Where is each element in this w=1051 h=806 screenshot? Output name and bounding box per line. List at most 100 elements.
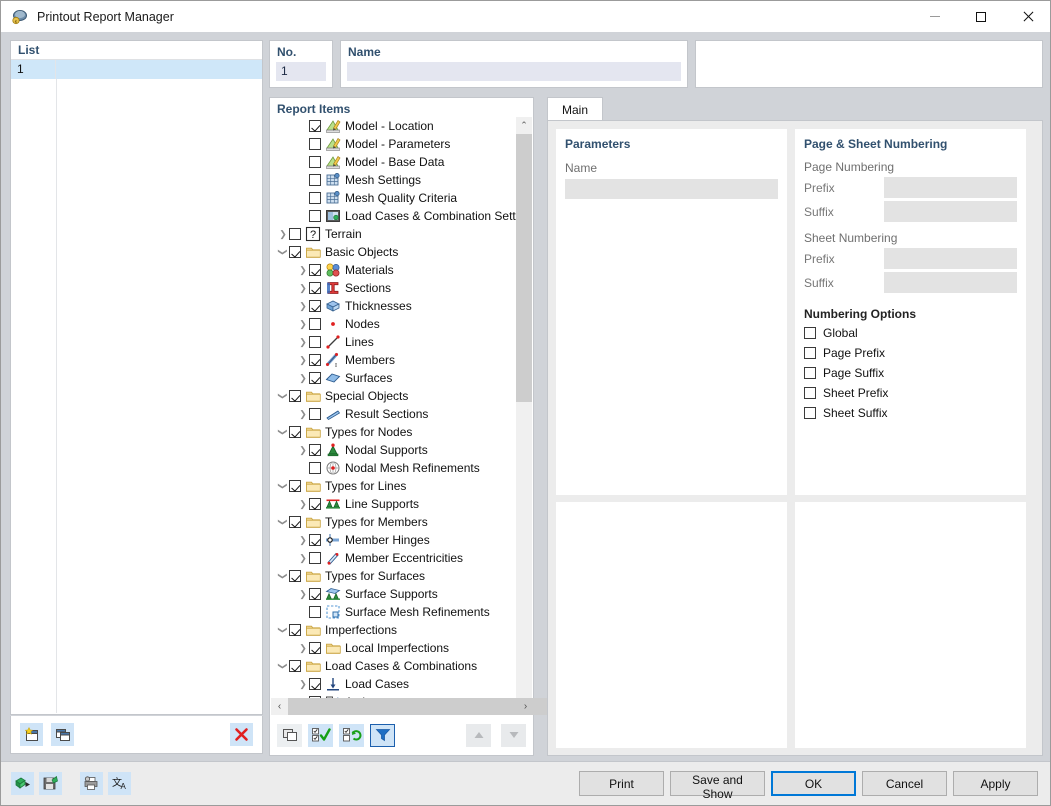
chevron-right-icon[interactable]: ❯ [277, 225, 289, 243]
save-report-button[interactable] [39, 772, 62, 795]
language-button[interactable]: 文 A [108, 772, 131, 795]
tree-item-checkbox[interactable] [289, 426, 301, 438]
sheet-suffix-input[interactable] [884, 272, 1017, 293]
tree-item-checkbox[interactable] [289, 516, 301, 528]
chevron-right-icon[interactable]: ❯ [297, 315, 309, 333]
tree-item-checkbox[interactable] [289, 390, 301, 402]
delete-report-button[interactable] [230, 723, 253, 746]
chevron-right-icon[interactable]: ❯ [297, 495, 309, 513]
chevron-right-icon[interactable]: ❯ [297, 351, 309, 369]
tree-item[interactable]: ❯?Terrain [271, 225, 518, 243]
tree-item[interactable]: ❯Line Supports [271, 495, 518, 513]
tree-item[interactable]: ❯Local Imperfections [271, 639, 518, 657]
chevron-right-icon[interactable]: ❯ [297, 279, 309, 297]
apply-button[interactable]: Apply [953, 771, 1038, 796]
list-item[interactable]: 1 [11, 60, 262, 79]
tree-item[interactable]: ❯Member Eccentricities [271, 549, 518, 567]
tree-item[interactable]: ❯Mesh Settings [271, 171, 518, 189]
tree-item[interactable]: ❯Surface Supports [271, 585, 518, 603]
select-all-button[interactable] [308, 724, 333, 747]
chevron-right-icon[interactable]: ❯ [297, 675, 309, 693]
cancel-button[interactable]: Cancel [862, 771, 947, 796]
tree-horizontal-scrollbar[interactable]: ‹ › [271, 698, 534, 715]
export-button[interactable] [11, 772, 34, 795]
tree-item-checkbox[interactable] [309, 606, 321, 618]
tree-item[interactable]: ❯Thicknesses [271, 297, 518, 315]
tree-item[interactable]: ❯Member Hinges [271, 531, 518, 549]
tree-item-checkbox[interactable] [309, 534, 321, 546]
tree-item-checkbox[interactable] [309, 318, 321, 330]
tree-item[interactable]: ❯Lines [271, 333, 518, 351]
tree-item[interactable]: ❯Load Cases [271, 675, 518, 693]
numbering-option-checkbox[interactable] [804, 407, 816, 419]
scroll-right-icon[interactable]: › [517, 698, 534, 715]
tree-vertical-scrollbar[interactable]: ⌃ ⌄ [516, 117, 532, 709]
page-suffix-input[interactable] [884, 201, 1017, 222]
numbering-option[interactable]: Page Prefix [795, 343, 1026, 363]
parameters-name-input[interactable] [565, 179, 778, 199]
tree-item-checkbox[interactable] [289, 660, 301, 672]
tree-item-checkbox[interactable] [309, 552, 321, 564]
tree-item[interactable]: ❯Mesh Quality Criteria [271, 189, 518, 207]
page-prefix-input[interactable] [884, 177, 1017, 198]
tree-item-checkbox[interactable] [289, 624, 301, 636]
tree-item[interactable]: ❯Result Sections [271, 405, 518, 423]
move-down-button[interactable] [501, 724, 526, 747]
tree-item-checkbox[interactable] [309, 282, 321, 294]
no-input[interactable]: 1 [276, 62, 326, 81]
tree-item[interactable]: ❯Types for Nodes [271, 423, 518, 441]
tree-item-checkbox[interactable] [289, 480, 301, 492]
chevron-right-icon[interactable]: ❯ [297, 531, 309, 549]
copy-items-button[interactable] [277, 724, 302, 747]
tab-main[interactable]: Main [547, 97, 603, 121]
tree-item-checkbox[interactable] [309, 138, 321, 150]
tree-item-checkbox[interactable] [309, 372, 321, 384]
tree-item-checkbox[interactable] [309, 120, 321, 132]
tree-item-checkbox[interactable] [309, 174, 321, 186]
tree-item-checkbox[interactable] [309, 678, 321, 690]
name-input[interactable] [347, 62, 681, 81]
chevron-right-icon[interactable]: ❯ [297, 369, 309, 387]
invert-selection-button[interactable] [339, 724, 364, 747]
tree-item[interactable]: ❯Model - Location [271, 117, 518, 135]
numbering-option-checkbox[interactable] [804, 367, 816, 379]
tree-item[interactable]: ❯Special Objects [271, 387, 518, 405]
tree-item-checkbox[interactable] [289, 228, 301, 240]
chevron-right-icon[interactable]: ❯ [297, 585, 309, 603]
tree-item-checkbox[interactable] [309, 588, 321, 600]
tree-item[interactable]: ❯Surface Mesh Refinements [271, 603, 518, 621]
tree-item-checkbox[interactable] [309, 300, 321, 312]
tree-item[interactable]: ❯IMembers [271, 351, 518, 369]
tree-item-checkbox[interactable] [309, 156, 321, 168]
tree-item-checkbox[interactable] [309, 498, 321, 510]
close-button[interactable] [1004, 1, 1050, 32]
filter-button[interactable] [370, 724, 395, 747]
printer-settings-button[interactable] [80, 772, 103, 795]
numbering-option-checkbox[interactable] [804, 387, 816, 399]
tree-item[interactable]: ❯Nodes [271, 315, 518, 333]
tree-item[interactable]: ❯Nodal Mesh Refinements [271, 459, 518, 477]
tree-item[interactable]: ❯Load Cases & Combinations [271, 657, 518, 675]
save-and-show-button[interactable]: Save and Show [670, 771, 765, 796]
tree-item[interactable]: ❯Materials [271, 261, 518, 279]
scroll-left-icon[interactable]: ‹ [271, 698, 288, 715]
sheet-prefix-input[interactable] [884, 248, 1017, 269]
tree-item-checkbox[interactable] [289, 570, 301, 582]
tree-item-checkbox[interactable] [309, 336, 321, 348]
ok-button[interactable]: OK [771, 771, 856, 796]
copy-report-button[interactable] [51, 723, 74, 746]
new-report-button[interactable] [20, 723, 43, 746]
numbering-option-checkbox[interactable] [804, 327, 816, 339]
report-items-tree[interactable]: ❯Model - Location❯Model - Parameters❯Mod… [271, 117, 518, 709]
tree-item-checkbox[interactable] [309, 462, 321, 474]
chevron-right-icon[interactable]: ❯ [297, 405, 309, 423]
chevron-right-icon[interactable]: ❯ [297, 639, 309, 657]
numbering-option[interactable]: Page Suffix [795, 363, 1026, 383]
chevron-right-icon[interactable]: ❯ [297, 333, 309, 351]
tree-item-checkbox[interactable] [309, 444, 321, 456]
tree-item-checkbox[interactable] [309, 408, 321, 420]
numbering-option-checkbox[interactable] [804, 347, 816, 359]
tree-item[interactable]: ❯Imperfections [271, 621, 518, 639]
numbering-option[interactable]: Global [795, 323, 1026, 343]
tree-item-checkbox[interactable] [309, 210, 321, 222]
